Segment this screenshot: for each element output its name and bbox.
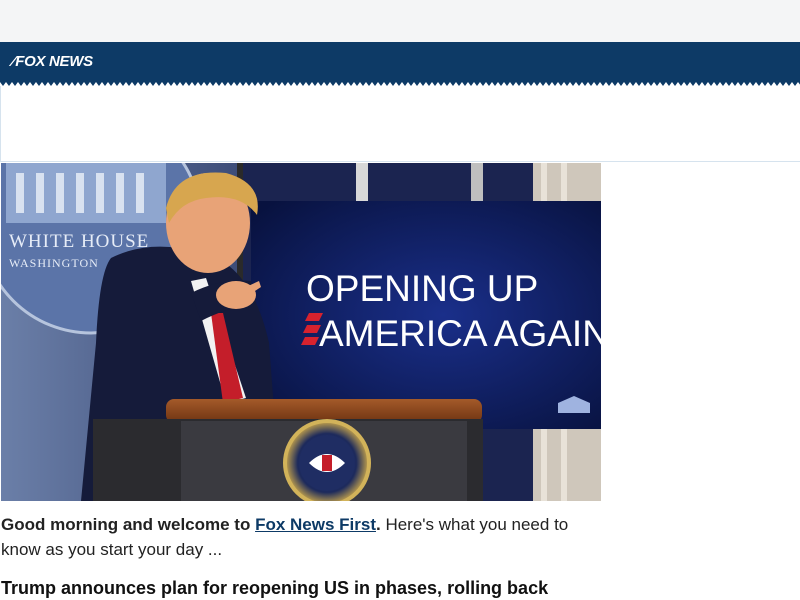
fox-news-logo[interactable]: ⁄FOX NEWS (12, 53, 93, 70)
banner-line-1: OPENING UP (306, 268, 538, 309)
logo-text: FOX NEWS (15, 53, 93, 70)
fox-news-first-link[interactable]: Fox News First (255, 515, 376, 534)
intro-lead: Good morning and welcome to (1, 515, 256, 534)
article-headline[interactable]: Trump announces plan for reopening US in… (1, 576, 601, 600)
browser-top-area (0, 0, 800, 42)
banner-line-2: AMERICA AGAIN (319, 313, 601, 354)
seal-text-1: WHITE HOUSE (9, 231, 149, 252)
site-header: ⁄FOX NEWS (0, 42, 800, 82)
hero-image[interactable]: WHITE HOUSE WASHINGTON OPENING UP AMERIC… (1, 163, 601, 501)
logo-mark-icon: ⁄ (12, 53, 15, 70)
intro-paragraph: Good morning and welcome to Fox News Fir… (1, 515, 569, 559)
seal-text-2: WASHINGTON (9, 256, 99, 270)
ad-placeholder (0, 86, 800, 162)
